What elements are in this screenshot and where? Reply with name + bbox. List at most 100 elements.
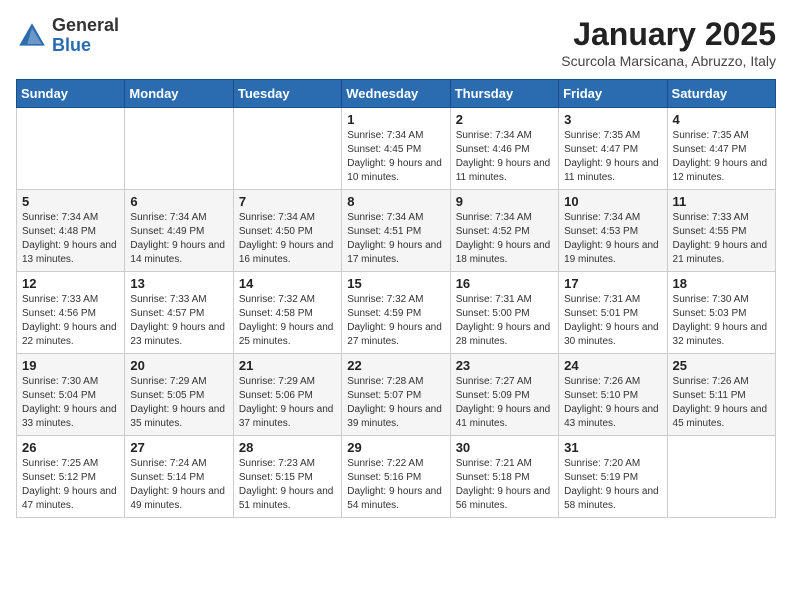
calendar-cell: 24 Sunrise: 7:26 AMSunset: 5:10 PMDayligh… xyxy=(559,354,667,436)
calendar-cell: 25 Sunrise: 7:26 AMSunset: 5:11 PMDayligh… xyxy=(667,354,775,436)
day-number: 9 xyxy=(456,194,553,209)
calendar-week-row: 19Sunrise: 7:30 AMSunset: 5:04 PMDayligh… xyxy=(17,354,776,436)
cell-info: Sunrise: 7:35 AMSunset: 4:47 PMDaylight:… xyxy=(564,129,661,185)
cell-info: Sunrise: 7:30 AMSunset: 5:03 PMDaylight:… xyxy=(673,293,770,349)
cell-info: Sunrise: 7:34 AMSunset: 4:53 PMDaylight:… xyxy=(564,211,661,267)
day-number: 23 xyxy=(456,358,553,373)
weekday-header-saturday: Saturday xyxy=(667,80,775,108)
day-number: 28 xyxy=(239,440,336,455)
calendar-cell: 15 Sunrise: 7:32 AMSunset: 4:59 PMDayligh… xyxy=(342,272,450,354)
calendar-cell: 4 Sunrise: 7:35 AMSunset: 4:47 PMDaylight… xyxy=(667,108,775,190)
cell-info: Sunrise: 7:34 AMSunset: 4:48 PMDaylight:… xyxy=(22,211,119,267)
cell-info: Sunrise: 7:34 AMSunset: 4:49 PMDaylight:… xyxy=(130,211,227,267)
day-number: 16 xyxy=(456,276,553,291)
calendar-cell: 27 Sunrise: 7:24 AMSunset: 5:14 PMDayligh… xyxy=(125,436,233,518)
cell-info: Sunrise: 7:32 AMSunset: 4:59 PMDaylight:… xyxy=(347,293,444,349)
day-number: 31 xyxy=(564,440,661,455)
cell-info: Sunrise: 7:34 AMSunset: 4:51 PMDaylight:… xyxy=(347,211,444,267)
day-number: 10 xyxy=(564,194,661,209)
calendar-cell: 18 Sunrise: 7:30 AMSunset: 5:03 PMDayligh… xyxy=(667,272,775,354)
day-number: 3 xyxy=(564,112,661,127)
day-number: 20 xyxy=(130,358,227,373)
logo-icon xyxy=(16,20,48,52)
month-title: January 2025 xyxy=(561,16,776,53)
day-number: 5 xyxy=(22,194,119,209)
cell-info: Sunrise: 7:34 AMSunset: 4:50 PMDaylight:… xyxy=(239,211,336,267)
cell-info: Sunrise: 7:35 AMSunset: 4:47 PMDaylight:… xyxy=(673,129,770,185)
day-number: 17 xyxy=(564,276,661,291)
calendar-cell: 16 Sunrise: 7:31 AMSunset: 5:00 PMDayligh… xyxy=(450,272,558,354)
location-subtitle: Scurcola Marsicana, Abruzzo, Italy xyxy=(561,53,776,69)
cell-info: Sunrise: 7:25 AMSunset: 5:12 PMDaylight:… xyxy=(22,457,119,513)
weekday-header-sunday: Sunday xyxy=(17,80,125,108)
calendar-cell: 19Sunrise: 7:30 AMSunset: 5:04 PMDayligh… xyxy=(17,354,125,436)
cell-info: Sunrise: 7:33 AMSunset: 4:55 PMDaylight:… xyxy=(673,211,770,267)
day-number: 6 xyxy=(130,194,227,209)
day-number: 18 xyxy=(673,276,770,291)
calendar-cell: 2 Sunrise: 7:34 AMSunset: 4:46 PMDaylight… xyxy=(450,108,558,190)
cell-info: Sunrise: 7:34 AMSunset: 4:46 PMDaylight:… xyxy=(456,129,553,185)
page-header: General Blue January 2025 Scurcola Marsi… xyxy=(16,16,776,69)
calendar-cell: 30Sunrise: 7:21 AMSunset: 5:18 PMDayligh… xyxy=(450,436,558,518)
calendar-cell: 1 Sunrise: 7:34 AMSunset: 4:45 PMDaylight… xyxy=(342,108,450,190)
day-number: 24 xyxy=(564,358,661,373)
calendar-week-row: 1 Sunrise: 7:34 AMSunset: 4:45 PMDaylight… xyxy=(17,108,776,190)
calendar-table: SundayMondayTuesdayWednesdayThursdayFrid… xyxy=(16,79,776,518)
calendar-cell: 31 Sunrise: 7:20 AMSunset: 5:19 PMDayligh… xyxy=(559,436,667,518)
calendar-cell xyxy=(125,108,233,190)
calendar-cell: 5 Sunrise: 7:34 AMSunset: 4:48 PMDaylight… xyxy=(17,190,125,272)
calendar-header-row: SundayMondayTuesdayWednesdayThursdayFrid… xyxy=(17,80,776,108)
cell-info: Sunrise: 7:32 AMSunset: 4:58 PMDaylight:… xyxy=(239,293,336,349)
calendar-cell: 14 Sunrise: 7:32 AMSunset: 4:58 PMDayligh… xyxy=(233,272,341,354)
title-block: January 2025 Scurcola Marsicana, Abruzzo… xyxy=(561,16,776,69)
day-number: 13 xyxy=(130,276,227,291)
cell-info: Sunrise: 7:23 AMSunset: 5:15 PMDaylight:… xyxy=(239,457,336,513)
day-number: 12 xyxy=(22,276,119,291)
day-number: 2 xyxy=(456,112,553,127)
logo-text: General Blue xyxy=(52,16,119,56)
cell-info: Sunrise: 7:24 AMSunset: 5:14 PMDaylight:… xyxy=(130,457,227,513)
calendar-cell: 17Sunrise: 7:31 AMSunset: 5:01 PMDayligh… xyxy=(559,272,667,354)
cell-info: Sunrise: 7:22 AMSunset: 5:16 PMDaylight:… xyxy=(347,457,444,513)
day-number: 21 xyxy=(239,358,336,373)
weekday-header-wednesday: Wednesday xyxy=(342,80,450,108)
day-number: 26 xyxy=(22,440,119,455)
weekday-header-monday: Monday xyxy=(125,80,233,108)
calendar-cell: 7Sunrise: 7:34 AMSunset: 4:50 PMDaylight… xyxy=(233,190,341,272)
logo: General Blue xyxy=(16,16,119,56)
cell-info: Sunrise: 7:27 AMSunset: 5:09 PMDaylight:… xyxy=(456,375,553,431)
calendar-cell: 10 Sunrise: 7:34 AMSunset: 4:53 PMDayligh… xyxy=(559,190,667,272)
cell-info: Sunrise: 7:33 AMSunset: 4:56 PMDaylight:… xyxy=(22,293,119,349)
day-number: 4 xyxy=(673,112,770,127)
cell-info: Sunrise: 7:33 AMSunset: 4:57 PMDaylight:… xyxy=(130,293,227,349)
day-number: 14 xyxy=(239,276,336,291)
day-number: 1 xyxy=(347,112,444,127)
cell-info: Sunrise: 7:30 AMSunset: 5:04 PMDaylight:… xyxy=(22,375,119,431)
weekday-header-tuesday: Tuesday xyxy=(233,80,341,108)
day-number: 29 xyxy=(347,440,444,455)
day-number: 27 xyxy=(130,440,227,455)
calendar-cell: 29 Sunrise: 7:22 AMSunset: 5:16 PMDayligh… xyxy=(342,436,450,518)
calendar-cell: 28 Sunrise: 7:23 AMSunset: 5:15 PMDayligh… xyxy=(233,436,341,518)
calendar-cell: 12 Sunrise: 7:33 AMSunset: 4:56 PMDayligh… xyxy=(17,272,125,354)
cell-info: Sunrise: 7:34 AMSunset: 4:52 PMDaylight:… xyxy=(456,211,553,267)
calendar-cell xyxy=(667,436,775,518)
day-number: 25 xyxy=(673,358,770,373)
day-number: 11 xyxy=(673,194,770,209)
day-number: 30 xyxy=(456,440,553,455)
cell-info: Sunrise: 7:26 AMSunset: 5:11 PMDaylight:… xyxy=(673,375,770,431)
cell-info: Sunrise: 7:20 AMSunset: 5:19 PMDaylight:… xyxy=(564,457,661,513)
calendar-cell: 22Sunrise: 7:28 AMSunset: 5:07 PMDayligh… xyxy=(342,354,450,436)
calendar-week-row: 26 Sunrise: 7:25 AMSunset: 5:12 PMDayligh… xyxy=(17,436,776,518)
calendar-cell: 20Sunrise: 7:29 AMSunset: 5:05 PMDayligh… xyxy=(125,354,233,436)
calendar-week-row: 5 Sunrise: 7:34 AMSunset: 4:48 PMDaylight… xyxy=(17,190,776,272)
day-number: 15 xyxy=(347,276,444,291)
cell-info: Sunrise: 7:34 AMSunset: 4:45 PMDaylight:… xyxy=(347,129,444,185)
cell-info: Sunrise: 7:26 AMSunset: 5:10 PMDaylight:… xyxy=(564,375,661,431)
day-number: 8 xyxy=(347,194,444,209)
calendar-cell: 13 Sunrise: 7:33 AMSunset: 4:57 PMDayligh… xyxy=(125,272,233,354)
calendar-cell: 9 Sunrise: 7:34 AMSunset: 4:52 PMDaylight… xyxy=(450,190,558,272)
calendar-week-row: 12 Sunrise: 7:33 AMSunset: 4:56 PMDayligh… xyxy=(17,272,776,354)
calendar-cell: 11 Sunrise: 7:33 AMSunset: 4:55 PMDayligh… xyxy=(667,190,775,272)
cell-info: Sunrise: 7:31 AMSunset: 5:00 PMDaylight:… xyxy=(456,293,553,349)
